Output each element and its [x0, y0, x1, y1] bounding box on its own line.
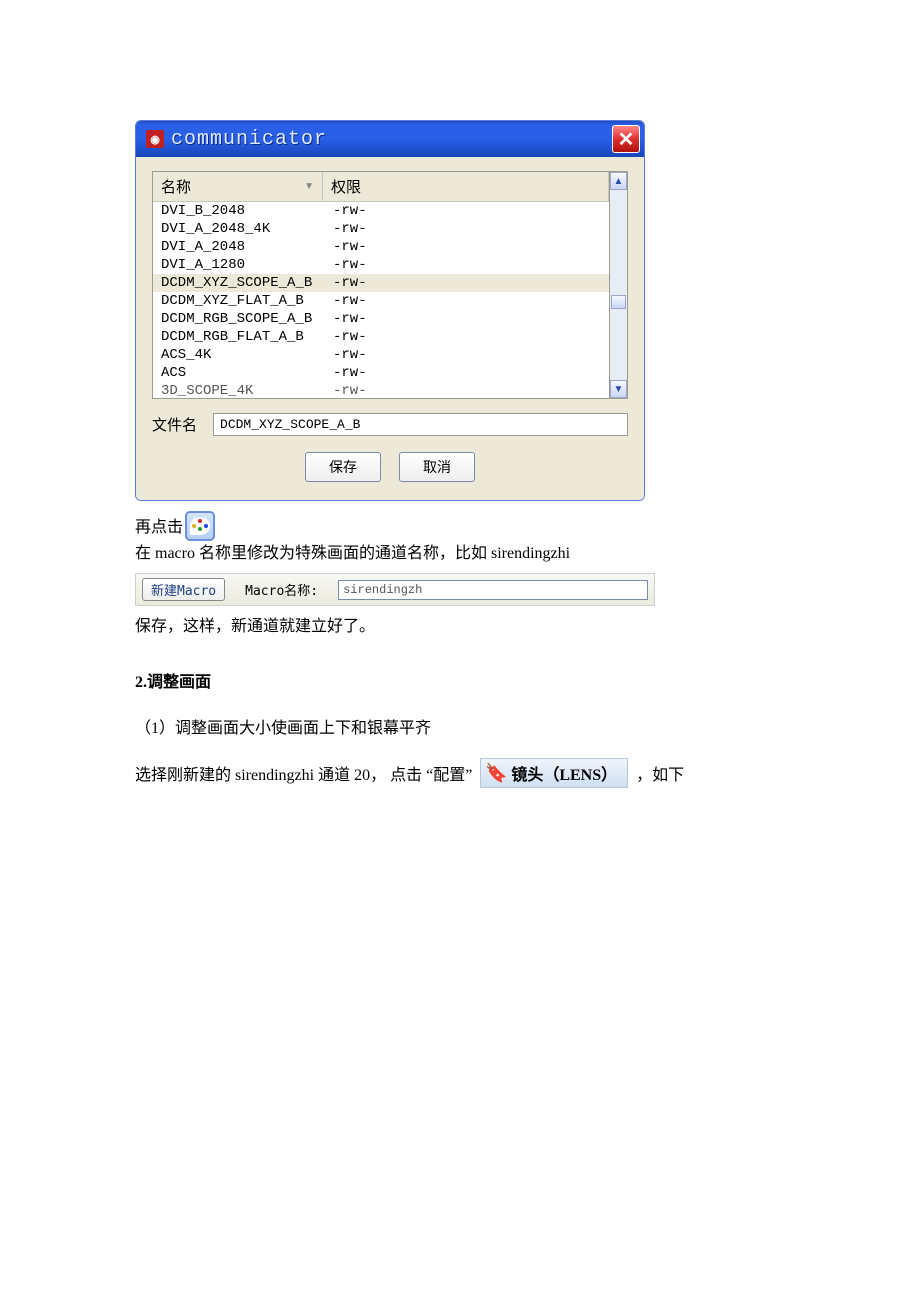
filename-label: 文件名 [152, 414, 197, 435]
macro-toolbar: 新建Macro Macro名称: [135, 573, 655, 606]
row-perm: -rw- [333, 310, 601, 328]
row-name: DVI_A_1280 [161, 256, 333, 274]
cancel-button[interactable]: 取消 [399, 452, 475, 482]
row-name: DCDM_RGB_SCOPE_A_B [161, 310, 333, 328]
table-row[interactable]: DVI_B_2048-rw- [153, 202, 609, 220]
row-perm: -rw- [333, 238, 601, 256]
list-header: 名称 ▼ 权限 [153, 172, 609, 202]
table-row[interactable]: ACS-rw- [153, 364, 609, 382]
text-again-click: 再点击 [135, 515, 183, 541]
table-row[interactable]: ACS_4K-rw- [153, 346, 609, 364]
scroll-track[interactable] [610, 190, 627, 380]
config-post-text: ，如下 [636, 761, 684, 785]
table-row[interactable]: DCDM_XYZ_FLAT_A_B-rw- [153, 292, 609, 310]
row-name: DCDM_XYZ_SCOPE_A_B [161, 274, 333, 292]
new-macro-button[interactable]: 新建Macro [142, 578, 225, 601]
row-name: DVI_A_2048 [161, 238, 333, 256]
col-perm[interactable]: 权限 [323, 172, 609, 201]
scroll-thumb[interactable] [611, 295, 626, 309]
macro-name-input[interactable] [338, 580, 648, 600]
table-row[interactable]: DVI_A_2048_4K-rw- [153, 220, 609, 238]
table-row[interactable]: DCDM_RGB_SCOPE_A_B-rw- [153, 310, 609, 328]
row-name: DVI_B_2048 [161, 202, 333, 220]
row-perm: -rw- [333, 292, 601, 310]
row-name: ACS [161, 364, 333, 382]
palette-icon[interactable] [185, 511, 215, 541]
text-save-done: 保存，这样，新通道就建立好了。 [135, 614, 780, 640]
save-button[interactable]: 保存 [305, 452, 381, 482]
config-pre-text: 选择刚新建的 sirendingzhi 通道 20， 点击 “配置” [135, 761, 472, 785]
col-name[interactable]: 名称 ▼ [153, 172, 323, 201]
row-perm: -rw- [333, 274, 601, 292]
row-perm: -rw- [333, 364, 601, 382]
button-row: 保存 取消 [152, 452, 628, 482]
row-perm: -rw- [333, 256, 601, 274]
scroll-up-icon[interactable]: ▲ [610, 172, 627, 190]
step-1-text: （1）调整画面大小使画面上下和银幕平齐 [135, 714, 780, 738]
scrollbar[interactable]: ▲ ▼ [610, 171, 628, 399]
row-perm: -rw- [333, 202, 601, 220]
app-icon: ◉ [146, 130, 164, 148]
row-name: DCDM_XYZ_FLAT_A_B [161, 292, 333, 310]
table-row[interactable]: DVI_A_2048-rw- [153, 238, 609, 256]
text-macro-instruction: 在 macro 名称里修改为特殊画面的通道名称，比如 sirendingzhi [135, 541, 780, 567]
filename-input[interactable] [213, 413, 628, 436]
table-row[interactable]: DVI_A_1280-rw- [153, 256, 609, 274]
row-name: DVI_A_2048_4K [161, 220, 333, 238]
save-dialog: ◉ communicator ✕ 名称 ▼ 权限 DVI_ [135, 120, 645, 501]
window-title: communicator [171, 128, 327, 151]
lens-button[interactable]: 🔖 镜头（LENS） [480, 758, 628, 788]
row-perm: -rw- [333, 220, 601, 238]
macro-name-label: Macro名称: [245, 580, 318, 599]
col-perm-label: 权限 [331, 179, 361, 196]
row-name: ACS_4K [161, 346, 333, 364]
row-perm: -rw- [333, 382, 601, 398]
lens-icon: 🔖 [485, 762, 507, 784]
row-perm: -rw- [333, 328, 601, 346]
table-row[interactable]: 3D_SCOPE_4K-rw- [153, 382, 609, 398]
row-name: DCDM_RGB_FLAT_A_B [161, 328, 333, 346]
dialog-body: 名称 ▼ 权限 DVI_B_2048-rw-DVI_A_2048_4K-rw-D… [136, 157, 644, 500]
table-row[interactable]: DCDM_XYZ_SCOPE_A_B-rw- [153, 274, 609, 292]
close-icon[interactable]: ✕ [612, 125, 640, 153]
lens-label: 镜头（LENS） [511, 761, 617, 785]
row-name: 3D_SCOPE_4K [161, 382, 333, 398]
list-rows: DVI_B_2048-rw-DVI_A_2048_4K-rw-DVI_A_204… [153, 202, 609, 398]
titlebar: ◉ communicator ✕ [136, 121, 644, 157]
file-list[interactable]: 名称 ▼ 权限 DVI_B_2048-rw-DVI_A_2048_4K-rw-D… [152, 171, 610, 399]
filename-row: 文件名 [152, 413, 628, 436]
scroll-down-icon[interactable]: ▼ [610, 380, 627, 398]
config-line: 选择刚新建的 sirendingzhi 通道 20， 点击 “配置” 🔖 镜头（… [135, 758, 780, 788]
col-name-label: 名称 [161, 176, 191, 197]
section-2-title: 2.调整画面 [135, 668, 780, 692]
row-perm: -rw- [333, 346, 601, 364]
chevron-down-icon: ▼ [304, 181, 314, 192]
table-row[interactable]: DCDM_RGB_FLAT_A_B-rw- [153, 328, 609, 346]
